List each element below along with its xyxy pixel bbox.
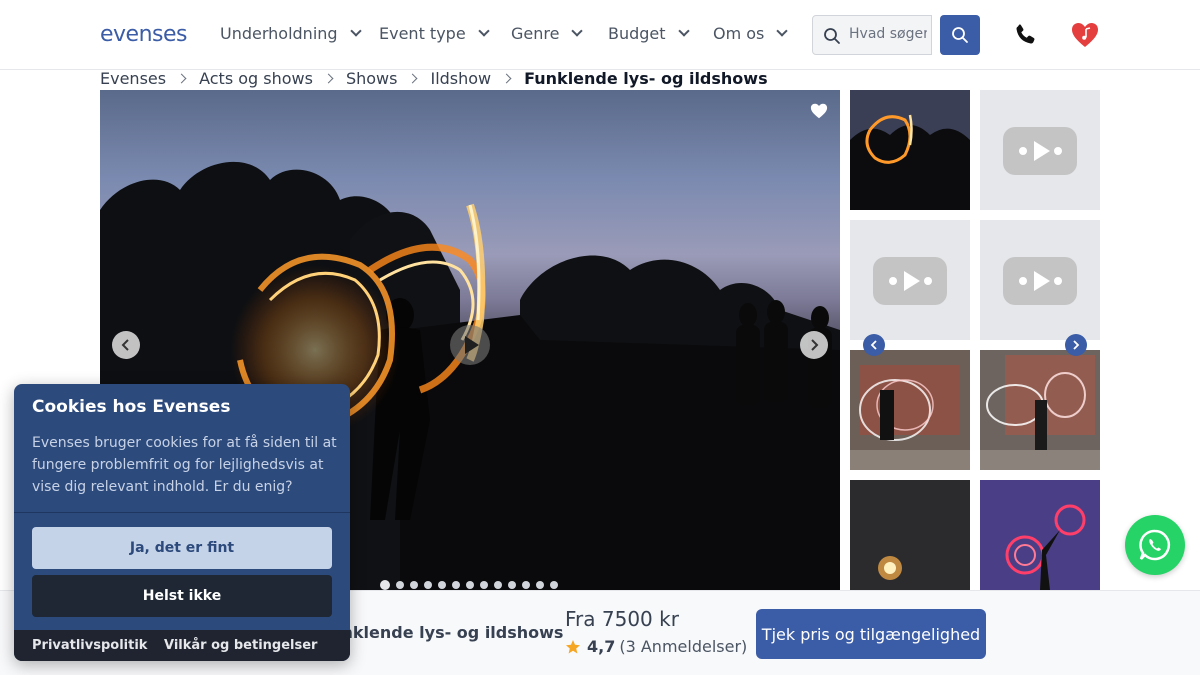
nav-item-om-os[interactable]: Om os xyxy=(713,24,789,43)
decline-cookies-button[interactable]: Helst ikke xyxy=(32,575,332,617)
rating: 4,7 (3 Anmeldelser) xyxy=(565,637,747,656)
chevron-left-icon xyxy=(121,339,129,351)
thumbnail-video[interactable] xyxy=(980,220,1100,340)
chevron-down-icon xyxy=(478,25,490,37)
site-header: evenses Underholdning Event type Genre B… xyxy=(0,0,1200,70)
whatsapp-button[interactable] xyxy=(1125,515,1185,575)
led-poi-thumbnail-image xyxy=(850,350,970,470)
check-availability-button[interactable]: Tjek pris og tilgængelighed xyxy=(756,609,986,659)
gallery-dot[interactable] xyxy=(410,581,418,589)
nav-item-label: Underholdning xyxy=(220,24,338,43)
divider xyxy=(14,512,350,513)
favorite-heart-icon[interactable] xyxy=(810,102,828,120)
chevron-down-icon xyxy=(677,25,690,37)
gallery-dot[interactable] xyxy=(536,581,544,589)
nav-item-event-type[interactable]: Event type xyxy=(379,24,490,43)
gallery-dot-active[interactable] xyxy=(380,580,390,590)
rating-score: 4,7 xyxy=(587,637,616,656)
chevron-right-icon xyxy=(501,73,512,84)
product-title: Funklende lys- og ildshows xyxy=(320,623,564,642)
fire-poi-thumbnail-image xyxy=(850,90,970,210)
breadcrumb-link-evenses[interactable]: Evenses xyxy=(100,69,166,88)
chevron-down-icon xyxy=(776,25,789,37)
gallery-dot[interactable] xyxy=(396,581,404,589)
nav-item-label: Budget xyxy=(608,24,666,43)
gallery-dot[interactable] xyxy=(480,581,488,589)
fire-thumbnail-image xyxy=(850,480,970,590)
chevron-right-icon xyxy=(408,73,418,84)
play-icon xyxy=(1019,271,1062,291)
gallery-dot[interactable] xyxy=(508,581,516,589)
thumbnail-led-silhouette[interactable] xyxy=(980,480,1100,600)
led-poi-thumbnail-image xyxy=(980,350,1100,470)
reviews-count[interactable]: (3 Anmeldelser) xyxy=(619,637,747,656)
favorites-heart-icon[interactable] xyxy=(1070,20,1100,50)
search-input[interactable] xyxy=(849,26,927,42)
chevron-right-icon xyxy=(176,73,187,84)
gallery-dot[interactable] xyxy=(494,581,502,589)
privacy-policy-link[interactable]: Privatlivspolitik xyxy=(32,638,147,653)
chevron-right-icon xyxy=(323,73,334,84)
gallery-dot[interactable] xyxy=(424,581,432,589)
cookie-dialog-text: Evenses bruger cookies for at få siden t… xyxy=(32,435,337,495)
terms-link[interactable]: Vilkår og betingelser xyxy=(164,638,317,653)
video-play-icon xyxy=(873,257,947,305)
cookie-dialog-footer: Privatlivspolitik Vilkår og betingelser xyxy=(14,630,350,661)
thumbnail-fire-poi[interactable] xyxy=(850,90,970,210)
cookie-consent-dialog: Cookies hos Evenses Evenses bruger cooki… xyxy=(14,384,350,661)
breadcrumb: Evenses Acts og shows Shows Ildshow Funk… xyxy=(100,69,768,88)
nav-item-label: Om os xyxy=(713,24,765,43)
breadcrumb-link-ildshow[interactable]: Ildshow xyxy=(430,69,491,88)
play-video-button[interactable] xyxy=(450,325,490,365)
thumbnail-led-poi-indoor[interactable] xyxy=(850,350,970,470)
chevron-right-icon xyxy=(1073,340,1080,350)
play-icon xyxy=(465,336,479,354)
search-icon xyxy=(824,28,840,44)
gallery-dot[interactable] xyxy=(438,581,446,589)
accept-cookies-button[interactable]: Ja, det er fint xyxy=(32,527,332,569)
thumbnails-next-button[interactable] xyxy=(1065,334,1087,356)
breadcrumb-current: Funklende lys- og ildshows xyxy=(524,69,768,88)
chevron-down-icon xyxy=(571,25,584,37)
video-play-icon xyxy=(1003,127,1077,175)
gallery-dot[interactable] xyxy=(522,581,530,589)
thumbnail-fire-performer[interactable] xyxy=(850,480,970,600)
nav-item-label: Event type xyxy=(379,24,466,43)
chevron-right-icon xyxy=(811,339,819,351)
next-image-button[interactable] xyxy=(800,331,828,359)
play-icon xyxy=(1019,141,1062,161)
gallery-dot[interactable] xyxy=(466,581,474,589)
nav-item-label: Genre xyxy=(511,24,560,43)
nav-item-genre[interactable]: Genre xyxy=(511,24,584,43)
breadcrumb-link-shows[interactable]: Shows xyxy=(346,69,398,88)
cookie-dialog-title: Cookies hos Evenses xyxy=(32,397,231,417)
previous-image-button[interactable] xyxy=(112,331,140,359)
search-icon xyxy=(952,27,968,43)
star-icon xyxy=(566,639,580,653)
chevron-down-icon xyxy=(349,25,362,37)
thumbnails-previous-button[interactable] xyxy=(863,334,885,356)
video-play-icon xyxy=(1003,257,1077,305)
thumbnail-video[interactable] xyxy=(850,220,970,340)
nav-item-budget[interactable]: Budget xyxy=(608,24,690,43)
search-button[interactable] xyxy=(940,15,980,55)
whatsapp-icon xyxy=(1139,529,1171,561)
gallery-dot[interactable] xyxy=(452,581,460,589)
thumbnail-led-poi-stage[interactable] xyxy=(980,350,1100,470)
thumbnail-video[interactable] xyxy=(980,90,1100,210)
breadcrumb-link-acts[interactable]: Acts og shows xyxy=(199,69,313,88)
phone-icon[interactable] xyxy=(1012,22,1038,48)
led-silhouette-thumbnail-image xyxy=(980,480,1100,590)
play-icon xyxy=(889,271,932,291)
evenses-logo[interactable]: evenses xyxy=(100,22,188,47)
price-label: Fra 7500 kr xyxy=(565,607,679,631)
nav-item-underholdning[interactable]: Underholdning xyxy=(220,24,362,43)
search-field[interactable] xyxy=(812,15,932,55)
gallery-pagination xyxy=(380,580,558,590)
gallery-dot[interactable] xyxy=(550,581,558,589)
chevron-left-icon xyxy=(870,340,877,350)
